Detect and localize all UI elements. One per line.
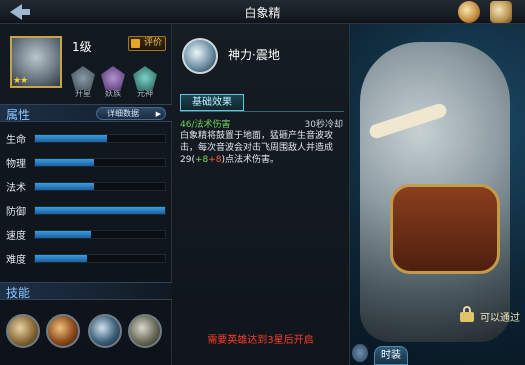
tab-fashion[interactable]: 时装: [374, 346, 408, 365]
page-title: 白象精: [244, 6, 281, 20]
star-upgrade-icon: [71, 66, 95, 90]
attributes-title: 属性: [6, 108, 31, 122]
description-bonus-1: +8: [194, 155, 209, 165]
stat-fill: [35, 183, 94, 190]
damage-type: 46/法术伤害: [180, 120, 231, 130]
selected-skill-icon: [182, 38, 218, 74]
hero-stars: ★★: [13, 76, 28, 86]
fashion-icon[interactable]: [352, 344, 368, 362]
stat-fill: [35, 255, 87, 262]
top-bar: 白象精: [0, 0, 525, 24]
stat-name: 速度: [6, 231, 26, 242]
skills-header: 技能: [0, 282, 172, 300]
stat-fill: [35, 207, 165, 214]
stat-bar: [34, 158, 166, 167]
stat-name: 法术: [6, 183, 26, 194]
hero-portrait[interactable]: ★★: [10, 36, 62, 88]
gift-icon[interactable]: [458, 1, 480, 23]
stat-row-magic: 法术: [6, 176, 166, 198]
lock-icon: [460, 306, 474, 322]
hero-info-panel: ★★ 1级 评价 升星 妖族 元神 属性 详细数据 ▶ 生命 物理 法术 防御: [0, 24, 172, 365]
stat-bar: [34, 134, 166, 143]
unlock-notice: 需要英雄达到3星后开启: [207, 335, 314, 346]
skill-4-icon[interactable]: [128, 314, 162, 348]
stat-row-defense: 防御: [6, 200, 166, 222]
review-button-label: 评价: [143, 38, 162, 48]
description-bonus-2: +8: [208, 155, 222, 165]
skills-title: 技能: [6, 286, 31, 300]
cooldown: 30秒冷却: [304, 120, 343, 130]
stat-row-physical: 物理: [6, 152, 166, 174]
demon-clan-icon: [101, 66, 125, 90]
stat-row-speed: 速度: [6, 224, 166, 246]
stat-name: 难度: [6, 255, 26, 266]
hero-art-armor: [390, 184, 500, 274]
skill-description: 白象精将鼓置于地面，猛砸产生音波攻击，每次音波会对击飞周围敌人并造成29(+8+…: [180, 130, 346, 166]
stat-row-hp: 生命: [6, 128, 166, 150]
tab-basic-effect[interactable]: 基础效果: [180, 94, 244, 111]
star-upgrade-button[interactable]: 升星: [70, 66, 96, 99]
spirit-button[interactable]: 元神: [132, 66, 158, 99]
stat-fill: [35, 159, 94, 166]
demon-clan-button[interactable]: 妖族: [100, 66, 126, 99]
stat-bar: [34, 182, 166, 191]
description-tail: )点法术伤害。: [221, 155, 280, 165]
stat-bar: [34, 254, 166, 263]
skill-1-icon[interactable]: [6, 314, 40, 348]
stat-name: 物理: [6, 159, 26, 170]
lock-text: 可以通过: [480, 313, 520, 324]
stat-name: 防御: [6, 207, 26, 218]
attributes-header: 属性 详细数据 ▶: [0, 104, 172, 122]
stat-fill: [35, 231, 91, 238]
skill-detail-panel: 神力·震地 基础效果 46/法术伤害 30秒冷却 白象精将鼓置于地面，猛砸产生音…: [172, 24, 350, 365]
review-button[interactable]: 评价: [128, 36, 166, 51]
skill-3-icon[interactable]: [88, 314, 122, 348]
edit-icon: [131, 39, 140, 48]
stat-bar: [34, 206, 166, 215]
detail-data-label: 详细数据: [107, 109, 139, 118]
stat-fill: [35, 135, 107, 142]
stat-name: 生命: [6, 135, 26, 146]
spirit-icon: [133, 66, 157, 90]
stat-row-difficulty: 难度: [6, 248, 166, 270]
stat-bar: [34, 230, 166, 239]
skill-2-icon[interactable]: [46, 314, 80, 348]
hero-level: 1级: [72, 40, 92, 54]
scroll-icon[interactable]: [490, 1, 512, 23]
tab-divider: [180, 111, 344, 112]
skill-name: 神力·震地: [228, 48, 280, 62]
chevron-right-icon: ▶: [155, 110, 161, 118]
detail-data-button[interactable]: 详细数据 ▶: [96, 107, 166, 120]
